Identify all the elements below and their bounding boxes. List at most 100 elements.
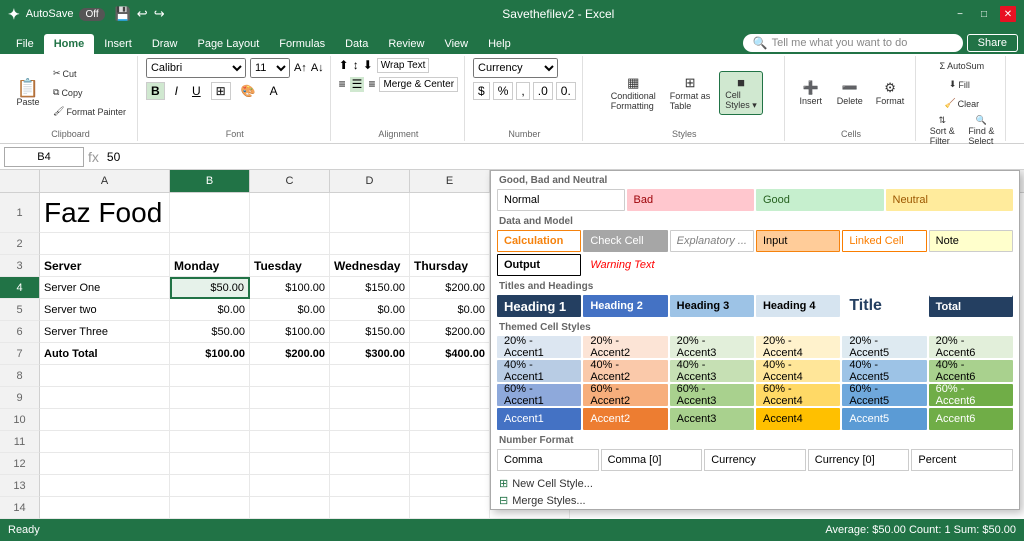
cell-b10[interactable] <box>170 409 250 431</box>
undo-icon[interactable]: ↩ <box>137 6 148 22</box>
cell-b6[interactable]: $50.00 <box>170 321 250 343</box>
comma0-format-btn[interactable]: Comma [0] <box>601 449 703 471</box>
cell-c3[interactable]: Tuesday <box>250 255 330 277</box>
cell-e7[interactable]: $400.00 <box>410 343 490 365</box>
fill-color-button[interactable]: 🎨 <box>237 83 260 99</box>
style-title-btn[interactable]: Title <box>842 295 926 317</box>
redo-icon[interactable]: ↪ <box>154 6 165 22</box>
cell-d9[interactable] <box>330 387 410 409</box>
close-btn[interactable]: ✕ <box>1000 6 1016 22</box>
accent5-60-btn[interactable]: 60% - Accent5 <box>842 384 926 406</box>
accent1-40-btn[interactable]: 40% - Accent1 <box>497 360 581 382</box>
style-h2-btn[interactable]: Heading 2 <box>583 295 667 317</box>
style-output-btn[interactable]: Output <box>497 254 581 276</box>
copy-button[interactable]: ⧉Copy <box>48 84 131 101</box>
style-h4-btn[interactable]: Heading 4 <box>756 295 840 317</box>
cell-d3[interactable]: Wednesday <box>330 255 410 277</box>
cell-c12[interactable] <box>250 453 330 475</box>
align-right-icon[interactable]: ≡ <box>368 77 375 92</box>
accent3-60-btn[interactable]: 60% - Accent3 <box>670 384 754 406</box>
cell-d12[interactable] <box>330 453 410 475</box>
style-h1-btn[interactable]: Heading 1 <box>497 295 581 317</box>
style-h3-btn[interactable]: Heading 3 <box>670 295 754 317</box>
cell-e14[interactable] <box>410 497 490 519</box>
cell-a11[interactable] <box>40 431 170 453</box>
cell-c13[interactable] <box>250 475 330 497</box>
align-left-icon[interactable]: ≡ <box>339 77 346 92</box>
cell-styles-dropdown[interactable]: Good, Bad and Neutral Normal Bad Good Ne… <box>490 170 1020 510</box>
cell-a3[interactable]: Server <box>40 255 170 277</box>
cell-a9[interactable] <box>40 387 170 409</box>
cell-e6[interactable]: $200.00 <box>410 321 490 343</box>
cell-b14[interactable] <box>170 497 250 519</box>
cell-e10[interactable] <box>410 409 490 431</box>
cell-d8[interactable] <box>330 365 410 387</box>
tab-formulas[interactable]: Formulas <box>269 34 335 54</box>
font-family-select[interactable]: Calibri <box>146 58 246 78</box>
cell-c6[interactable]: $100.00 <box>250 321 330 343</box>
cut-button[interactable]: ✂Cut <box>48 65 131 82</box>
share-button[interactable]: Share <box>967 34 1018 52</box>
col-header-d[interactable]: D <box>330 170 410 192</box>
tab-file[interactable]: File <box>6 34 44 54</box>
style-check-btn[interactable]: Check Cell <box>583 230 667 252</box>
cell-c5[interactable]: $0.00 <box>250 299 330 321</box>
number-format-select[interactable]: Currency <box>473 58 558 78</box>
underline-button[interactable]: U <box>188 83 205 99</box>
conditional-formatting-button[interactable]: ▦ ConditionalFormatting <box>606 72 661 114</box>
delete-button[interactable]: ➖ Delete <box>832 77 868 109</box>
merge-styles-link[interactable]: ⊟ Merge Styles... <box>491 492 1019 509</box>
cell-a14[interactable] <box>40 497 170 519</box>
accent4-40-btn[interactable]: 40% - Accent4 <box>756 360 840 382</box>
style-total-btn[interactable]: Total <box>929 295 1013 317</box>
cell-a13[interactable] <box>40 475 170 497</box>
accent6-40-btn[interactable]: 40% - Accent6 <box>929 360 1013 382</box>
accent2-40-btn[interactable]: 40% - Accent2 <box>583 360 667 382</box>
insert-button[interactable]: ➕ Insert <box>793 77 829 109</box>
cell-d10[interactable] <box>330 409 410 431</box>
decrease-font-icon[interactable]: A↓ <box>311 62 324 74</box>
cell-e1[interactable] <box>410 193 490 233</box>
cell-d2[interactable] <box>330 233 410 255</box>
cell-e3[interactable]: Thursday <box>410 255 490 277</box>
percent-button[interactable]: % <box>493 82 514 100</box>
wrap-text-button[interactable]: Wrap Text <box>377 58 430 73</box>
cell-c8[interactable] <box>250 365 330 387</box>
cell-c11[interactable] <box>250 431 330 453</box>
cell-e9[interactable] <box>410 387 490 409</box>
col-header-a[interactable]: A <box>40 170 170 192</box>
style-normal-btn[interactable]: Normal <box>497 189 625 211</box>
cell-d13[interactable] <box>330 475 410 497</box>
cell-b5[interactable]: $0.00 <box>170 299 250 321</box>
new-cell-style-link[interactable]: ⊞ New Cell Style... <box>491 475 1019 492</box>
cell-d5[interactable]: $0.00 <box>330 299 410 321</box>
cell-d11[interactable] <box>330 431 410 453</box>
increase-font-icon[interactable]: A↑ <box>294 62 307 74</box>
style-explanatory-btn[interactable]: Explanatory ... <box>670 230 754 252</box>
cell-a10[interactable] <box>40 409 170 431</box>
accent1-20-btn[interactable]: 20% - Accent1 <box>497 336 581 358</box>
paste-button[interactable]: 📋 Paste <box>10 76 46 110</box>
cell-d7[interactable]: $300.00 <box>330 343 410 365</box>
cell-a1[interactable]: Faz Food <box>40 193 170 233</box>
accent3-btn[interactable]: Accent3 <box>670 408 754 430</box>
cell-a8[interactable] <box>40 365 170 387</box>
increase-decimal-button[interactable]: .0 <box>533 82 553 100</box>
cell-a12[interactable] <box>40 453 170 475</box>
currency-format-btn[interactable]: Currency <box>704 449 806 471</box>
cell-c1[interactable] <box>250 193 330 233</box>
col-header-b[interactable]: B <box>170 170 250 192</box>
accent2-20-btn[interactable]: 20% - Accent2 <box>583 336 667 358</box>
cell-b11[interactable] <box>170 431 250 453</box>
cell-b9[interactable] <box>170 387 250 409</box>
cell-a5[interactable]: Server two <box>40 299 170 321</box>
align-top-icon[interactable]: ⬆ <box>339 58 349 73</box>
cell-c9[interactable] <box>250 387 330 409</box>
decrease-decimal-button[interactable]: 0. <box>556 82 576 100</box>
cell-e12[interactable] <box>410 453 490 475</box>
cell-d1[interactable] <box>330 193 410 233</box>
align-bottom-icon[interactable]: ⬇ <box>363 58 373 73</box>
merge-center-button[interactable]: Merge & Center <box>379 77 458 92</box>
tab-view[interactable]: View <box>434 34 478 54</box>
cell-b13[interactable] <box>170 475 250 497</box>
